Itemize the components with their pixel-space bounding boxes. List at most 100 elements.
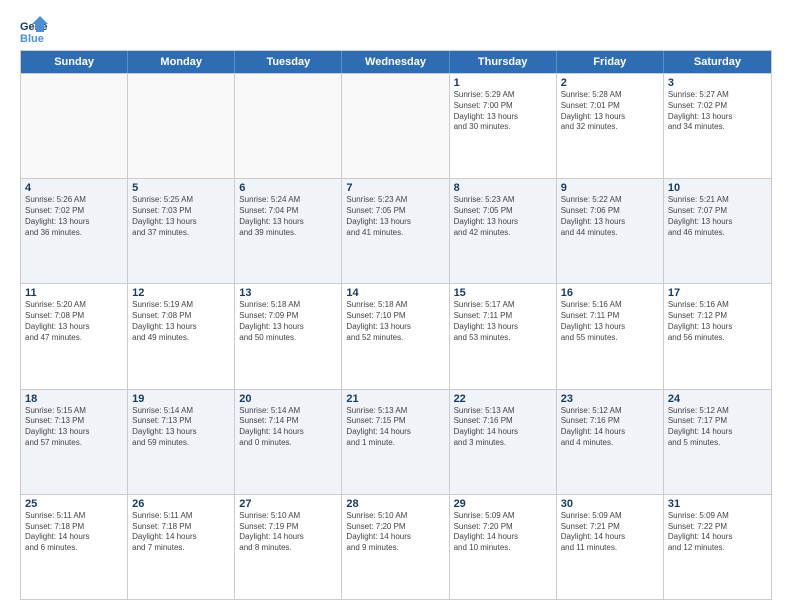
day-cell-12: 12Sunrise: 5:19 AM Sunset: 7:08 PM Dayli… bbox=[128, 284, 235, 388]
day-cell-29: 29Sunrise: 5:09 AM Sunset: 7:20 PM Dayli… bbox=[450, 495, 557, 599]
header-saturday: Saturday bbox=[664, 51, 771, 73]
header-monday: Monday bbox=[128, 51, 235, 73]
day-info: Sunrise: 5:27 AM Sunset: 7:02 PM Dayligh… bbox=[668, 90, 767, 133]
calendar: Sunday Monday Tuesday Wednesday Thursday… bbox=[20, 50, 772, 600]
header-friday: Friday bbox=[557, 51, 664, 73]
day-cell-28: 28Sunrise: 5:10 AM Sunset: 7:20 PM Dayli… bbox=[342, 495, 449, 599]
day-info: Sunrise: 5:15 AM Sunset: 7:13 PM Dayligh… bbox=[25, 406, 123, 449]
day-cell-20: 20Sunrise: 5:14 AM Sunset: 7:14 PM Dayli… bbox=[235, 390, 342, 494]
day-info: Sunrise: 5:10 AM Sunset: 7:20 PM Dayligh… bbox=[346, 511, 444, 554]
day-cell-3: 3Sunrise: 5:27 AM Sunset: 7:02 PM Daylig… bbox=[664, 74, 771, 178]
day-cell-10: 10Sunrise: 5:21 AM Sunset: 7:07 PM Dayli… bbox=[664, 179, 771, 283]
day-cell-4: 4Sunrise: 5:26 AM Sunset: 7:02 PM Daylig… bbox=[21, 179, 128, 283]
day-number: 11 bbox=[25, 287, 123, 299]
day-number: 12 bbox=[132, 287, 230, 299]
page: General Blue Sunday Monday Tuesday Wedne… bbox=[0, 0, 792, 612]
logo: General Blue bbox=[20, 16, 52, 44]
day-number: 26 bbox=[132, 498, 230, 510]
day-cell-30: 30Sunrise: 5:09 AM Sunset: 7:21 PM Dayli… bbox=[557, 495, 664, 599]
day-info: Sunrise: 5:16 AM Sunset: 7:11 PM Dayligh… bbox=[561, 300, 659, 343]
day-cell-5: 5Sunrise: 5:25 AM Sunset: 7:03 PM Daylig… bbox=[128, 179, 235, 283]
calendar-row-5: 25Sunrise: 5:11 AM Sunset: 7:18 PM Dayli… bbox=[21, 494, 771, 599]
day-info: Sunrise: 5:21 AM Sunset: 7:07 PM Dayligh… bbox=[668, 195, 767, 238]
day-info: Sunrise: 5:09 AM Sunset: 7:20 PM Dayligh… bbox=[454, 511, 552, 554]
empty-cell bbox=[21, 74, 128, 178]
day-number: 3 bbox=[668, 77, 767, 89]
logo-icon: General Blue bbox=[20, 16, 48, 44]
day-number: 2 bbox=[561, 77, 659, 89]
day-info: Sunrise: 5:18 AM Sunset: 7:10 PM Dayligh… bbox=[346, 300, 444, 343]
day-info: Sunrise: 5:11 AM Sunset: 7:18 PM Dayligh… bbox=[25, 511, 123, 554]
day-cell-19: 19Sunrise: 5:14 AM Sunset: 7:13 PM Dayli… bbox=[128, 390, 235, 494]
day-info: Sunrise: 5:16 AM Sunset: 7:12 PM Dayligh… bbox=[668, 300, 767, 343]
day-cell-23: 23Sunrise: 5:12 AM Sunset: 7:16 PM Dayli… bbox=[557, 390, 664, 494]
day-number: 7 bbox=[346, 182, 444, 194]
day-cell-16: 16Sunrise: 5:16 AM Sunset: 7:11 PM Dayli… bbox=[557, 284, 664, 388]
day-number: 22 bbox=[454, 393, 552, 405]
header-thursday: Thursday bbox=[450, 51, 557, 73]
day-info: Sunrise: 5:25 AM Sunset: 7:03 PM Dayligh… bbox=[132, 195, 230, 238]
day-info: Sunrise: 5:23 AM Sunset: 7:05 PM Dayligh… bbox=[346, 195, 444, 238]
day-info: Sunrise: 5:17 AM Sunset: 7:11 PM Dayligh… bbox=[454, 300, 552, 343]
day-cell-8: 8Sunrise: 5:23 AM Sunset: 7:05 PM Daylig… bbox=[450, 179, 557, 283]
day-cell-26: 26Sunrise: 5:11 AM Sunset: 7:18 PM Dayli… bbox=[128, 495, 235, 599]
day-cell-18: 18Sunrise: 5:15 AM Sunset: 7:13 PM Dayli… bbox=[21, 390, 128, 494]
day-info: Sunrise: 5:24 AM Sunset: 7:04 PM Dayligh… bbox=[239, 195, 337, 238]
day-number: 24 bbox=[668, 393, 767, 405]
day-info: Sunrise: 5:22 AM Sunset: 7:06 PM Dayligh… bbox=[561, 195, 659, 238]
day-number: 9 bbox=[561, 182, 659, 194]
day-info: Sunrise: 5:10 AM Sunset: 7:19 PM Dayligh… bbox=[239, 511, 337, 554]
day-cell-9: 9Sunrise: 5:22 AM Sunset: 7:06 PM Daylig… bbox=[557, 179, 664, 283]
day-number: 17 bbox=[668, 287, 767, 299]
day-info: Sunrise: 5:12 AM Sunset: 7:16 PM Dayligh… bbox=[561, 406, 659, 449]
day-number: 29 bbox=[454, 498, 552, 510]
day-number: 10 bbox=[668, 182, 767, 194]
header-sunday: Sunday bbox=[21, 51, 128, 73]
day-number: 4 bbox=[25, 182, 123, 194]
day-info: Sunrise: 5:11 AM Sunset: 7:18 PM Dayligh… bbox=[132, 511, 230, 554]
day-info: Sunrise: 5:28 AM Sunset: 7:01 PM Dayligh… bbox=[561, 90, 659, 133]
day-number: 23 bbox=[561, 393, 659, 405]
day-number: 25 bbox=[25, 498, 123, 510]
day-info: Sunrise: 5:12 AM Sunset: 7:17 PM Dayligh… bbox=[668, 406, 767, 449]
day-cell-24: 24Sunrise: 5:12 AM Sunset: 7:17 PM Dayli… bbox=[664, 390, 771, 494]
day-number: 27 bbox=[239, 498, 337, 510]
day-info: Sunrise: 5:13 AM Sunset: 7:15 PM Dayligh… bbox=[346, 406, 444, 449]
day-info: Sunrise: 5:19 AM Sunset: 7:08 PM Dayligh… bbox=[132, 300, 230, 343]
day-number: 14 bbox=[346, 287, 444, 299]
day-number: 21 bbox=[346, 393, 444, 405]
day-number: 13 bbox=[239, 287, 337, 299]
svg-text:Blue: Blue bbox=[20, 33, 44, 44]
day-number: 16 bbox=[561, 287, 659, 299]
header-tuesday: Tuesday bbox=[235, 51, 342, 73]
day-number: 8 bbox=[454, 182, 552, 194]
day-info: Sunrise: 5:26 AM Sunset: 7:02 PM Dayligh… bbox=[25, 195, 123, 238]
empty-cell bbox=[342, 74, 449, 178]
day-cell-31: 31Sunrise: 5:09 AM Sunset: 7:22 PM Dayli… bbox=[664, 495, 771, 599]
day-cell-25: 25Sunrise: 5:11 AM Sunset: 7:18 PM Dayli… bbox=[21, 495, 128, 599]
day-number: 20 bbox=[239, 393, 337, 405]
day-number: 19 bbox=[132, 393, 230, 405]
day-cell-7: 7Sunrise: 5:23 AM Sunset: 7:05 PM Daylig… bbox=[342, 179, 449, 283]
day-cell-13: 13Sunrise: 5:18 AM Sunset: 7:09 PM Dayli… bbox=[235, 284, 342, 388]
day-number: 6 bbox=[239, 182, 337, 194]
day-cell-17: 17Sunrise: 5:16 AM Sunset: 7:12 PM Dayli… bbox=[664, 284, 771, 388]
day-number: 5 bbox=[132, 182, 230, 194]
day-cell-2: 2Sunrise: 5:28 AM Sunset: 7:01 PM Daylig… bbox=[557, 74, 664, 178]
day-info: Sunrise: 5:20 AM Sunset: 7:08 PM Dayligh… bbox=[25, 300, 123, 343]
day-info: Sunrise: 5:09 AM Sunset: 7:21 PM Dayligh… bbox=[561, 511, 659, 554]
calendar-row-3: 11Sunrise: 5:20 AM Sunset: 7:08 PM Dayli… bbox=[21, 283, 771, 388]
day-cell-14: 14Sunrise: 5:18 AM Sunset: 7:10 PM Dayli… bbox=[342, 284, 449, 388]
calendar-body: 1Sunrise: 5:29 AM Sunset: 7:00 PM Daylig… bbox=[21, 73, 771, 599]
day-info: Sunrise: 5:09 AM Sunset: 7:22 PM Dayligh… bbox=[668, 511, 767, 554]
day-info: Sunrise: 5:14 AM Sunset: 7:14 PM Dayligh… bbox=[239, 406, 337, 449]
empty-cell bbox=[128, 74, 235, 178]
day-number: 30 bbox=[561, 498, 659, 510]
calendar-row-2: 4Sunrise: 5:26 AM Sunset: 7:02 PM Daylig… bbox=[21, 178, 771, 283]
day-cell-6: 6Sunrise: 5:24 AM Sunset: 7:04 PM Daylig… bbox=[235, 179, 342, 283]
day-number: 15 bbox=[454, 287, 552, 299]
day-info: Sunrise: 5:29 AM Sunset: 7:00 PM Dayligh… bbox=[454, 90, 552, 133]
day-cell-1: 1Sunrise: 5:29 AM Sunset: 7:00 PM Daylig… bbox=[450, 74, 557, 178]
day-cell-27: 27Sunrise: 5:10 AM Sunset: 7:19 PM Dayli… bbox=[235, 495, 342, 599]
day-cell-11: 11Sunrise: 5:20 AM Sunset: 7:08 PM Dayli… bbox=[21, 284, 128, 388]
